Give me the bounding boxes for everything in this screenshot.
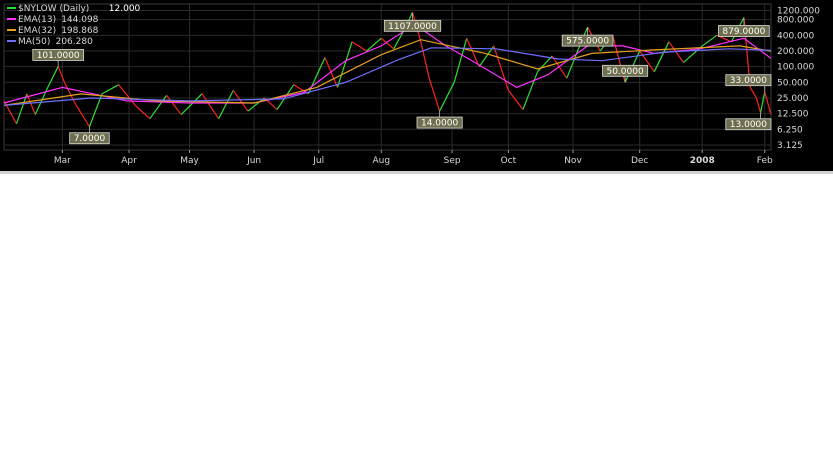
price-segment <box>57 66 66 83</box>
price-segment <box>180 93 203 115</box>
annotation-label: 7.0000 <box>74 134 106 144</box>
overlay-line-ema-13- <box>3 23 772 104</box>
legend-series-name: MA(50) <box>18 37 50 47</box>
price-segment <box>101 84 119 95</box>
x-tick-label: Jun <box>246 156 261 166</box>
price-segment <box>428 78 441 112</box>
price-segment <box>134 104 151 120</box>
x-tick-label: Aug <box>372 156 390 166</box>
price-segment <box>453 38 468 83</box>
y-tick-label: 800.000 <box>777 16 814 26</box>
price-segment <box>420 41 430 79</box>
price-segment <box>749 87 757 99</box>
annotation-label: 575.0000 <box>566 37 609 47</box>
y-tick-label: 25.000 <box>777 94 809 104</box>
price-segment <box>759 91 766 113</box>
annotation-label: 879.0000 <box>722 27 765 37</box>
x-tick-label: Feb <box>757 156 773 166</box>
annotation-callout: 33.0000 <box>725 74 772 92</box>
annotation-callout: 50.0000 <box>602 64 649 83</box>
legend-series-value: 206.280 <box>56 37 93 47</box>
x-tick-label: Mar <box>54 156 71 166</box>
x-tick-label: Jul <box>312 156 324 166</box>
x-tick-label: Nov <box>564 156 582 166</box>
price-chart: 101.0000 7.0000 1107.0000 14.0000 575.0000 50… <box>3 3 820 166</box>
chart-panel: 101.0000 7.0000 1107.0000 14.0000 575.0000 50… <box>0 0 833 171</box>
y-tick-label: 3.125 <box>777 141 803 151</box>
annotation-label: 1107.0000 <box>388 22 437 32</box>
legend-series-name: EMA(32) <box>18 26 56 36</box>
legend-series-name: $NYLOW (Daily) <box>18 4 89 14</box>
annotation-callout: 101.0000 <box>32 49 84 67</box>
legend-series-value: 198.868 <box>61 26 98 36</box>
annotation-callout: 575.0000 <box>561 27 614 47</box>
price-segment <box>380 37 395 50</box>
legend-series-value: 12.000 <box>109 4 141 14</box>
legend-series-name: EMA(13) <box>18 15 56 25</box>
price-segment <box>507 90 524 110</box>
y-tick-label: 6.250 <box>777 125 803 135</box>
price-segment <box>47 66 59 88</box>
price-segment <box>74 102 90 128</box>
price-segment <box>466 38 480 67</box>
annotation-label: 50.0000 <box>606 67 643 77</box>
price-segment <box>764 91 772 115</box>
x-tick-label: Dec <box>631 156 648 166</box>
price-segment <box>493 45 509 91</box>
price-segment <box>755 97 762 113</box>
overlay-line-ema-32- <box>3 39 772 106</box>
y-tick-label: 50.000 <box>777 78 809 88</box>
annotation-callout: 1107.0000 <box>383 12 442 32</box>
price-segment <box>351 41 367 52</box>
y-tick-label: 100.000 <box>777 63 814 73</box>
price-segment <box>118 84 136 106</box>
annotation-label: 33.0000 <box>730 76 767 86</box>
annotation-label: 13.0000 <box>730 120 767 130</box>
x-tick-label: 2008 <box>690 156 715 166</box>
price-segment <box>701 34 718 47</box>
x-tick-label: Oct <box>501 156 517 166</box>
panel-divider <box>0 171 833 174</box>
x-tick-label: May <box>180 156 199 166</box>
legend-series-value: 144.098 <box>61 15 98 25</box>
price-segment <box>537 55 553 73</box>
overlay-line-ma-50- <box>3 47 772 106</box>
x-tick-label: Sep <box>444 156 461 166</box>
annotation-callout: 879.0000 <box>718 17 770 37</box>
price-segment <box>522 71 539 110</box>
price-segment <box>218 90 234 119</box>
annotation-callout: 13.0000 <box>725 112 772 130</box>
annotation-label: 14.0000 <box>421 119 458 129</box>
legend: $NYLOW (Daily) 12.000 EMA(13) 144.098 EMA(32… <box>7 4 141 47</box>
y-tick-label: 200.000 <box>777 47 814 57</box>
price-segment <box>149 95 168 120</box>
y-tick-label: 400.000 <box>777 31 814 41</box>
annotation-label: 101.0000 <box>37 51 80 61</box>
price-segment <box>232 90 249 112</box>
x-tick-label: Apr <box>121 156 137 166</box>
price-segment <box>653 41 670 72</box>
y-tick-label: 12.500 <box>777 110 809 120</box>
